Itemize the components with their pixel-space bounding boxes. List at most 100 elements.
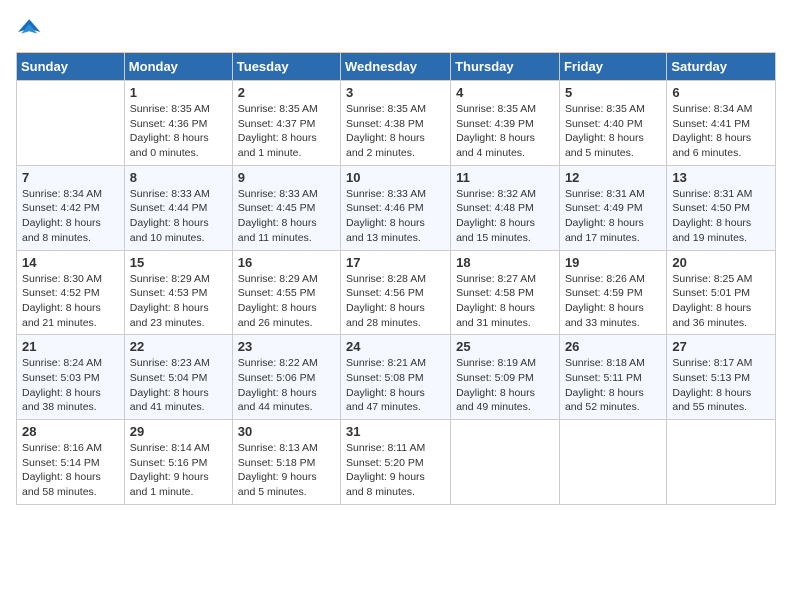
calendar-day-cell: 21 Sunrise: 8:24 AMSunset: 5:03 PMDayligh… [17,335,125,420]
day-number: 29 [130,424,227,439]
day-info: Sunrise: 8:27 AMSunset: 4:58 PMDaylight:… [456,272,554,331]
day-info: Sunrise: 8:31 AMSunset: 4:50 PMDaylight:… [672,187,770,246]
calendar-day-cell: 17Sunrise: 8:28 AMSunset: 4:56 PMDayligh… [341,250,451,335]
day-number: 31 [346,424,445,439]
day-info: Sunrise: 8:24 AMSunset: 5:03 PMDaylight:… [22,356,119,415]
day-number: 24 [346,339,445,354]
calendar-day-cell: 3 Sunrise: 8:35 AMSunset: 4:38 PMDaylight… [341,81,451,166]
day-number: 23 [238,339,335,354]
calendar-day-cell: 7 Sunrise: 8:34 AMSunset: 4:42 PMDaylight… [17,165,125,250]
day-number: 13 [672,170,770,185]
day-info: Sunrise: 8:21 AMSunset: 5:08 PMDaylight:… [346,356,445,415]
day-number: 19 [565,255,661,270]
day-info: Sunrise: 8:19 AMSunset: 5:09 PMDaylight:… [456,356,554,415]
day-of-week-header: Monday [124,53,232,81]
calendar-day-cell: 22 Sunrise: 8:23 AMSunset: 5:04 PMDayligh… [124,335,232,420]
day-info: Sunrise: 8:25 AMSunset: 5:01 PMDaylight:… [672,272,770,331]
day-number: 16 [238,255,335,270]
day-info: Sunrise: 8:22 AMSunset: 5:06 PMDaylight:… [238,356,335,415]
day-number: 1 [130,85,227,100]
calendar-day-cell: 8Sunrise: 8:33 AMSunset: 4:44 PMDaylight… [124,165,232,250]
day-number: 3 [346,85,445,100]
day-number: 17 [346,255,445,270]
calendar-day-cell: 18 Sunrise: 8:27 AMSunset: 4:58 PMDayligh… [451,250,560,335]
day-info: Sunrise: 8:35 AMSunset: 4:36 PMDaylight:… [130,102,227,161]
calendar-day-cell: 10 Sunrise: 8:33 AMSunset: 4:46 PMDayligh… [341,165,451,250]
calendar-day-cell: 23 Sunrise: 8:22 AMSunset: 5:06 PMDayligh… [232,335,340,420]
day-info: Sunrise: 8:26 AMSunset: 4:59 PMDaylight:… [565,272,661,331]
calendar-day-cell: 29 Sunrise: 8:14 AMSunset: 5:16 PMDayligh… [124,420,232,505]
day-of-week-header: Thursday [451,53,560,81]
calendar-day-cell: 14 Sunrise: 8:30 AMSunset: 4:52 PMDayligh… [17,250,125,335]
day-info: Sunrise: 8:34 AMSunset: 4:42 PMDaylight:… [22,187,119,246]
day-number: 28 [22,424,119,439]
day-number: 7 [22,170,119,185]
day-info: Sunrise: 8:29 AMSunset: 4:55 PMDaylight:… [238,272,335,331]
calendar-day-cell: 11Sunrise: 8:32 AMSunset: 4:48 PMDayligh… [451,165,560,250]
calendar-day-cell: 28 Sunrise: 8:16 AMSunset: 5:14 PMDayligh… [17,420,125,505]
day-number: 30 [238,424,335,439]
day-info: Sunrise: 8:29 AMSunset: 4:53 PMDaylight:… [130,272,227,331]
calendar-day-cell [667,420,776,505]
day-number: 18 [456,255,554,270]
calendar-day-cell: 5 Sunrise: 8:35 AMSunset: 4:40 PMDaylight… [559,81,666,166]
calendar-week-row: 7 Sunrise: 8:34 AMSunset: 4:42 PMDaylight… [17,165,776,250]
calendar-header-row: SundayMondayTuesdayWednesdayThursdayFrid… [17,53,776,81]
day-of-week-header: Saturday [667,53,776,81]
calendar-week-row: 21 Sunrise: 8:24 AMSunset: 5:03 PMDayligh… [17,335,776,420]
day-number: 14 [22,255,119,270]
day-info: Sunrise: 8:13 AMSunset: 5:18 PMDaylight:… [238,441,335,500]
calendar-day-cell: 9 Sunrise: 8:33 AMSunset: 4:45 PMDaylight… [232,165,340,250]
day-info: Sunrise: 8:17 AMSunset: 5:13 PMDaylight:… [672,356,770,415]
day-info: Sunrise: 8:35 AMSunset: 4:40 PMDaylight:… [565,102,661,161]
calendar-day-cell: 2Sunrise: 8:35 AMSunset: 4:37 PMDaylight… [232,81,340,166]
day-number: 10 [346,170,445,185]
day-number: 9 [238,170,335,185]
calendar-day-cell: 4Sunrise: 8:35 AMSunset: 4:39 PMDaylight… [451,81,560,166]
day-number: 12 [565,170,661,185]
calendar-day-cell: 19 Sunrise: 8:26 AMSunset: 4:59 PMDayligh… [559,250,666,335]
logo-icon [18,16,42,40]
day-info: Sunrise: 8:18 AMSunset: 5:11 PMDaylight:… [565,356,661,415]
day-of-week-header: Sunday [17,53,125,81]
calendar-day-cell: 16 Sunrise: 8:29 AMSunset: 4:55 PMDayligh… [232,250,340,335]
day-info: Sunrise: 8:16 AMSunset: 5:14 PMDaylight:… [22,441,119,500]
calendar-day-cell: 27 Sunrise: 8:17 AMSunset: 5:13 PMDayligh… [667,335,776,420]
day-info: Sunrise: 8:30 AMSunset: 4:52 PMDaylight:… [22,272,119,331]
day-number: 2 [238,85,335,100]
calendar-day-cell: 25 Sunrise: 8:19 AMSunset: 5:09 PMDayligh… [451,335,560,420]
day-info: Sunrise: 8:14 AMSunset: 5:16 PMDaylight:… [130,441,227,500]
calendar-week-row: 1 Sunrise: 8:35 AMSunset: 4:36 PMDaylight… [17,81,776,166]
day-of-week-header: Tuesday [232,53,340,81]
day-of-week-header: Friday [559,53,666,81]
day-number: 4 [456,85,554,100]
day-info: Sunrise: 8:33 AMSunset: 4:44 PMDaylight:… [130,187,227,246]
day-number: 25 [456,339,554,354]
calendar-table: SundayMondayTuesdayWednesdayThursdayFrid… [16,52,776,505]
day-info: Sunrise: 8:34 AMSunset: 4:41 PMDaylight:… [672,102,770,161]
calendar-day-cell: 13 Sunrise: 8:31 AMSunset: 4:50 PMDayligh… [667,165,776,250]
calendar-day-cell: 26 Sunrise: 8:18 AMSunset: 5:11 PMDayligh… [559,335,666,420]
day-number: 27 [672,339,770,354]
calendar-day-cell: 20Sunrise: 8:25 AMSunset: 5:01 PMDayligh… [667,250,776,335]
day-info: Sunrise: 8:32 AMSunset: 4:48 PMDaylight:… [456,187,554,246]
calendar-day-cell [17,81,125,166]
day-info: Sunrise: 8:33 AMSunset: 4:46 PMDaylight:… [346,187,445,246]
calendar-day-cell: 6 Sunrise: 8:34 AMSunset: 4:41 PMDaylight… [667,81,776,166]
calendar-day-cell: 1 Sunrise: 8:35 AMSunset: 4:36 PMDaylight… [124,81,232,166]
day-info: Sunrise: 8:23 AMSunset: 5:04 PMDaylight:… [130,356,227,415]
day-number: 5 [565,85,661,100]
calendar-day-cell: 12 Sunrise: 8:31 AMSunset: 4:49 PMDayligh… [559,165,666,250]
calendar-week-row: 28 Sunrise: 8:16 AMSunset: 5:14 PMDayligh… [17,420,776,505]
day-info: Sunrise: 8:35 AMSunset: 4:38 PMDaylight:… [346,102,445,161]
day-number: 22 [130,339,227,354]
calendar-day-cell [451,420,560,505]
day-info: Sunrise: 8:33 AMSunset: 4:45 PMDaylight:… [238,187,335,246]
page-header [16,16,776,40]
day-of-week-header: Wednesday [341,53,451,81]
calendar-day-cell: 31Sunrise: 8:11 AMSunset: 5:20 PMDayligh… [341,420,451,505]
day-number: 26 [565,339,661,354]
day-number: 6 [672,85,770,100]
day-info: Sunrise: 8:31 AMSunset: 4:49 PMDaylight:… [565,187,661,246]
day-number: 21 [22,339,119,354]
